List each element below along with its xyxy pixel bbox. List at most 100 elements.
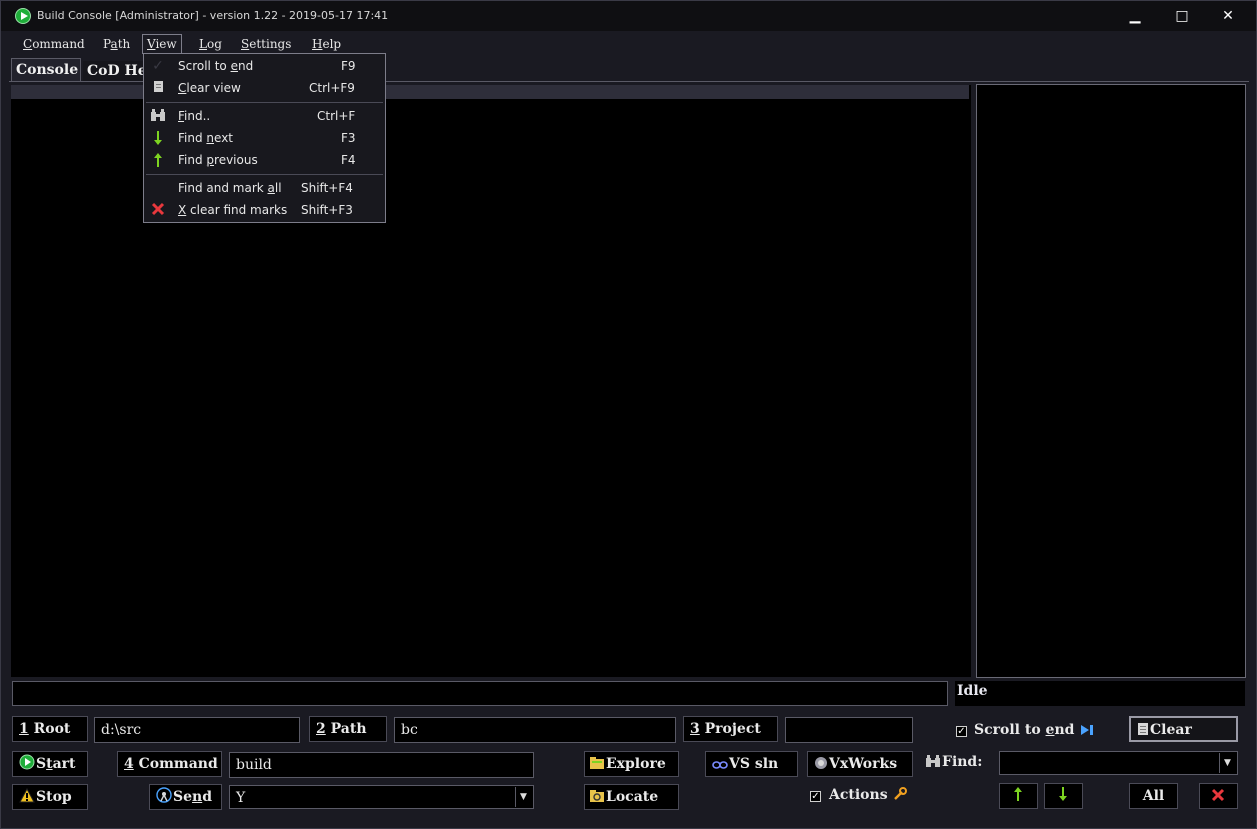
main-window: Build Console [Administrator] - version … bbox=[0, 0, 1257, 829]
mi6-accel: X bbox=[178, 203, 187, 217]
arrow-up-icon bbox=[1014, 787, 1022, 801]
menu-help[interactable]: Help bbox=[308, 34, 345, 54]
title-bar[interactable]: Build Console [Administrator] - version … bbox=[1, 1, 1256, 31]
arrow-up-icon bbox=[150, 152, 166, 168]
view-menu-find-next-shortcut: F3 bbox=[341, 131, 356, 145]
view-menu-find-label: Find.. bbox=[178, 109, 210, 123]
menu-log[interactable]: Log bbox=[195, 34, 226, 54]
status-field bbox=[12, 681, 948, 706]
minimize-button[interactable]: ▁ bbox=[1112, 2, 1158, 30]
menu-view[interactable]: View bbox=[142, 34, 182, 54]
locate-button-label: Locate bbox=[606, 789, 659, 805]
send-label-post: d bbox=[202, 789, 213, 805]
view-menu-scroll-to-end-label: Scroll to end bbox=[178, 59, 253, 73]
view-menu-clear-view[interactable]: Clear view Ctrl+F9 bbox=[144, 77, 385, 99]
actions-checkbox[interactable]: ✓ bbox=[810, 791, 821, 802]
actions-label[interactable]: Actions bbox=[829, 787, 908, 803]
maximize-button[interactable]: □ bbox=[1159, 2, 1205, 30]
stop-button[interactable]: Stop bbox=[12, 784, 88, 810]
send-button[interactable]: Send bbox=[149, 784, 222, 810]
tab-console[interactable]: Console bbox=[11, 58, 81, 82]
locate-folder-icon bbox=[590, 790, 604, 802]
view-menu-find-next[interactable]: Find next F3 bbox=[144, 127, 385, 149]
command-input[interactable]: build bbox=[229, 752, 534, 778]
view-menu-find[interactable]: Find.. Ctrl+F bbox=[144, 105, 385, 127]
check-icon: ✓ bbox=[152, 58, 164, 74]
root-button-label: Root bbox=[28, 721, 71, 737]
start-button[interactable]: Start bbox=[12, 751, 88, 777]
root-input[interactable]: d:\src bbox=[94, 717, 300, 743]
menu-view-rest: iew bbox=[155, 37, 177, 51]
project-button[interactable]: 3 Project bbox=[683, 716, 778, 742]
root-button[interactable]: 1 Root bbox=[12, 716, 88, 742]
view-menu-clear-view-shortcut: Ctrl+F9 bbox=[309, 81, 355, 95]
skip-to-end-icon bbox=[1081, 725, 1094, 735]
app-play-icon bbox=[15, 8, 31, 24]
start-play-icon bbox=[19, 754, 35, 770]
menu-command-rest: ommand bbox=[32, 37, 85, 51]
menu-log-accel: L bbox=[199, 37, 207, 51]
find-label-text: Find: bbox=[942, 754, 983, 770]
send-label-accel: n bbox=[192, 789, 203, 805]
vxworks-button-label: VxWorks bbox=[829, 756, 898, 772]
clear-find-marks-button[interactable] bbox=[1199, 783, 1238, 809]
view-menu-find-shortcut: Ctrl+F bbox=[317, 109, 356, 123]
red-x-icon bbox=[150, 202, 166, 218]
path-button-accel: 2 bbox=[316, 721, 326, 737]
view-menu-find-mark-all[interactable]: Find and mark all Shift+F4 bbox=[144, 177, 385, 199]
view-menu-dropdown: ✓ Scroll to end F9 Clear view Ctrl+F9 Fi… bbox=[143, 53, 386, 223]
mi3-pre: Find bbox=[178, 131, 207, 145]
menu-settings-rest: ettings bbox=[249, 37, 292, 51]
locate-button[interactable]: Locate bbox=[584, 784, 679, 810]
menu-path-pre: P bbox=[103, 37, 111, 51]
path-button[interactable]: 2 Path bbox=[309, 716, 387, 742]
status-label: Idle bbox=[955, 681, 1245, 706]
menu-help-accel: H bbox=[312, 37, 323, 51]
binoculars-icon bbox=[926, 755, 940, 767]
view-menu-scroll-to-end-shortcut: F9 bbox=[341, 59, 356, 73]
menu-bar: Command Path View Log Settings Help bbox=[9, 34, 1249, 54]
view-menu-find-previous[interactable]: Find previous F4 bbox=[144, 149, 385, 171]
menu-path[interactable]: Path bbox=[99, 34, 134, 54]
scroll-to-end-label[interactable]: Scroll to end bbox=[974, 722, 1095, 738]
clear-button[interactable]: Clear bbox=[1129, 716, 1238, 742]
find-next-down-button[interactable] bbox=[999, 783, 1038, 809]
mi3-post: ext bbox=[214, 131, 233, 145]
tab-cod-help[interactable]: CoD He bbox=[83, 61, 143, 82]
vs-sln-button[interactable]: VS sln bbox=[705, 751, 798, 777]
page-icon bbox=[150, 80, 166, 96]
scroll-to-end-checkbox[interactable]: ✓ bbox=[956, 726, 967, 737]
arrow-down-icon bbox=[1059, 787, 1067, 801]
view-menu-clear-find-marks[interactable]: X clear find marks Shift+F3 bbox=[144, 199, 385, 221]
vxworks-button[interactable]: VxWorks bbox=[807, 751, 913, 777]
start-label-post: art bbox=[52, 756, 76, 772]
view-menu-find-mark-all-shortcut: Shift+F4 bbox=[301, 181, 353, 195]
mark-all-button[interactable]: All bbox=[1129, 783, 1178, 809]
view-menu-scroll-to-end[interactable]: ✓ Scroll to end F9 bbox=[144, 55, 385, 77]
menu-log-rest: og bbox=[206, 37, 222, 51]
actions-label-text: Actions bbox=[829, 787, 888, 803]
view-menu-find-previous-shortcut: F4 bbox=[341, 153, 356, 167]
mi4-post: revious bbox=[214, 153, 258, 167]
send-dropdown-arrow[interactable]: ▼ bbox=[515, 787, 531, 807]
mi0-pre: Scroll to bbox=[178, 59, 231, 73]
command-button[interactable]: 4 Command bbox=[117, 751, 222, 777]
menu-settings[interactable]: Settings bbox=[237, 34, 295, 54]
root-button-accel: 1 bbox=[19, 721, 29, 737]
clear-button-label: Clear bbox=[1150, 722, 1192, 738]
explore-button[interactable]: Explore bbox=[584, 751, 679, 777]
command-button-accel: 4 bbox=[124, 756, 134, 772]
view-menu-clear-find-marks-label: X clear find marks bbox=[178, 203, 287, 217]
project-input[interactable] bbox=[785, 717, 913, 743]
find-next-up-button[interactable] bbox=[1044, 783, 1083, 809]
send-combobox[interactable]: Y bbox=[229, 785, 534, 809]
find-combobox[interactable] bbox=[999, 751, 1238, 775]
path-input[interactable]: bc bbox=[394, 717, 676, 743]
close-button[interactable]: ✕ bbox=[1205, 2, 1251, 30]
mi3-accel: n bbox=[206, 131, 215, 145]
infinity-icon bbox=[712, 761, 728, 769]
window-title: Build Console [Administrator] - version … bbox=[37, 9, 389, 22]
side-output-panel[interactable] bbox=[976, 84, 1246, 678]
find-dropdown-arrow[interactable]: ▼ bbox=[1219, 753, 1235, 773]
menu-command[interactable]: Command bbox=[19, 34, 89, 54]
